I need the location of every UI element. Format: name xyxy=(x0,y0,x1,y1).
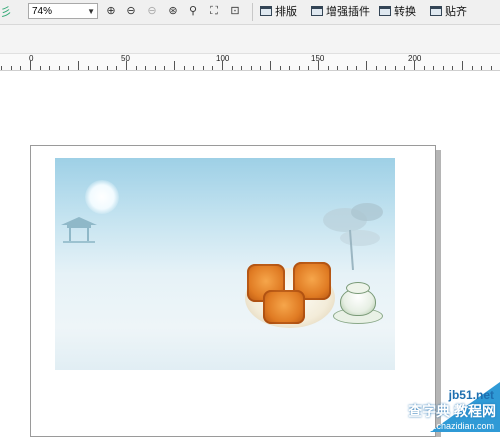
zoom-out-icon[interactable]: ⊖ xyxy=(124,4,138,18)
toolbar-separator xyxy=(252,3,253,21)
plugin-icon xyxy=(311,6,323,16)
zoom-page-icon[interactable]: ⛶ xyxy=(207,4,221,18)
zoom-selection-icon[interactable]: ⚲ xyxy=(186,4,200,18)
enhance-plugin-button[interactable]: 增强插件 xyxy=(311,3,370,21)
zoom-level-value: 74% xyxy=(32,6,53,17)
ruler-tick xyxy=(174,61,175,70)
ruler-tick xyxy=(250,66,252,70)
ruler-tick xyxy=(366,61,367,70)
watermark-domain: jb51.net xyxy=(448,388,494,402)
ruler-tick xyxy=(394,66,396,70)
ruler-tick xyxy=(231,66,233,70)
ruler-tick xyxy=(68,66,70,70)
ruler-tick xyxy=(135,66,137,70)
ruler-tick xyxy=(202,66,204,70)
ruler-tick xyxy=(471,66,473,70)
zoom-fit-icon[interactable]: ⊛ xyxy=(166,4,180,18)
tea-lid-graphic xyxy=(346,282,370,294)
ruler-tick xyxy=(222,61,223,70)
ruler-tick xyxy=(423,66,425,70)
ruler-tick xyxy=(327,66,329,70)
ruler-tick xyxy=(308,66,310,70)
ruler-tick xyxy=(356,66,358,70)
ruler-tick xyxy=(49,66,51,70)
snap-icon xyxy=(430,6,442,16)
ruler-tick xyxy=(481,66,483,70)
zoom-level-select[interactable]: 74% ▼ xyxy=(28,3,98,19)
moon-graphic xyxy=(85,180,119,214)
ruler-tick xyxy=(298,66,300,70)
ruler-tick xyxy=(375,66,377,70)
ruler-tick xyxy=(145,66,147,70)
ruler-tick xyxy=(97,66,99,70)
ruler-tick xyxy=(116,66,118,70)
ruler-tick xyxy=(87,66,89,70)
zoom-page-width-icon[interactable]: ⊡ xyxy=(228,4,242,18)
ruler-tick xyxy=(279,66,281,70)
mid-autumn-card-image[interactable] xyxy=(55,158,395,370)
ruler-tick xyxy=(1,66,3,70)
snap-button[interactable]: 贴齐 xyxy=(430,3,467,21)
ruler-tick xyxy=(442,66,444,70)
ruler-tick xyxy=(58,66,60,70)
site-watermark: jb51.net 查字典 教程网 jiaocheng.chazidian.com xyxy=(370,382,500,432)
ruler-tick xyxy=(433,66,435,70)
ruler-tick xyxy=(183,66,185,70)
chevron-down-icon[interactable]: ▼ xyxy=(87,4,95,20)
ruler-tick xyxy=(260,66,262,70)
ruler-tick xyxy=(414,61,415,70)
ruler-tick xyxy=(78,61,79,70)
toolbar-grip-icon: 彡 xyxy=(0,5,13,19)
pavilion-graphic xyxy=(61,217,97,243)
ruler-tick xyxy=(385,66,387,70)
ruler-tick xyxy=(337,66,339,70)
ruler-tick xyxy=(289,66,291,70)
ruler-tick xyxy=(164,66,166,70)
ruler-tick xyxy=(106,66,108,70)
drawing-canvas[interactable] xyxy=(0,71,500,437)
ruler-tick xyxy=(270,61,271,70)
mooncake-graphic xyxy=(263,290,305,324)
ruler-tick xyxy=(462,61,463,70)
property-bar xyxy=(0,25,500,54)
layout-button[interactable]: 排版 xyxy=(260,3,297,21)
ruler-tick xyxy=(346,66,348,70)
ruler-tick xyxy=(10,66,12,70)
ruler-tick xyxy=(20,66,22,70)
ruler-tick xyxy=(452,66,454,70)
ruler-tick xyxy=(154,66,156,70)
main-toolbar: 彡 74% ▼ ⊕ ⊖ ⊖ ⊛ ⚲ ⛶ ⊡ 排版 增强插件 转换 贴齐 xyxy=(0,0,500,25)
ruler-tick xyxy=(404,66,406,70)
watermark-url: jiaocheng.chazidian.com xyxy=(395,421,494,431)
ruler-tick xyxy=(193,66,195,70)
ruler-tick xyxy=(126,61,127,70)
horizontal-ruler[interactable]: 0 50 100 150 200 xyxy=(0,54,500,71)
lotus-ink-graphic xyxy=(323,203,383,270)
layout-icon xyxy=(260,6,272,16)
zoom-disabled-icon: ⊖ xyxy=(147,5,157,17)
ruler-tick xyxy=(212,66,214,70)
watermark-title: 查字典 教程网 xyxy=(408,403,496,419)
ruler-tick xyxy=(30,61,31,70)
ruler-tick xyxy=(490,66,492,70)
ruler-tick xyxy=(39,66,41,70)
zoom-in-icon[interactable]: ⊕ xyxy=(104,4,118,18)
convert-button[interactable]: 转换 xyxy=(379,3,416,21)
ruler-tick xyxy=(241,66,243,70)
convert-icon xyxy=(379,6,391,16)
ruler-tick xyxy=(318,61,319,70)
